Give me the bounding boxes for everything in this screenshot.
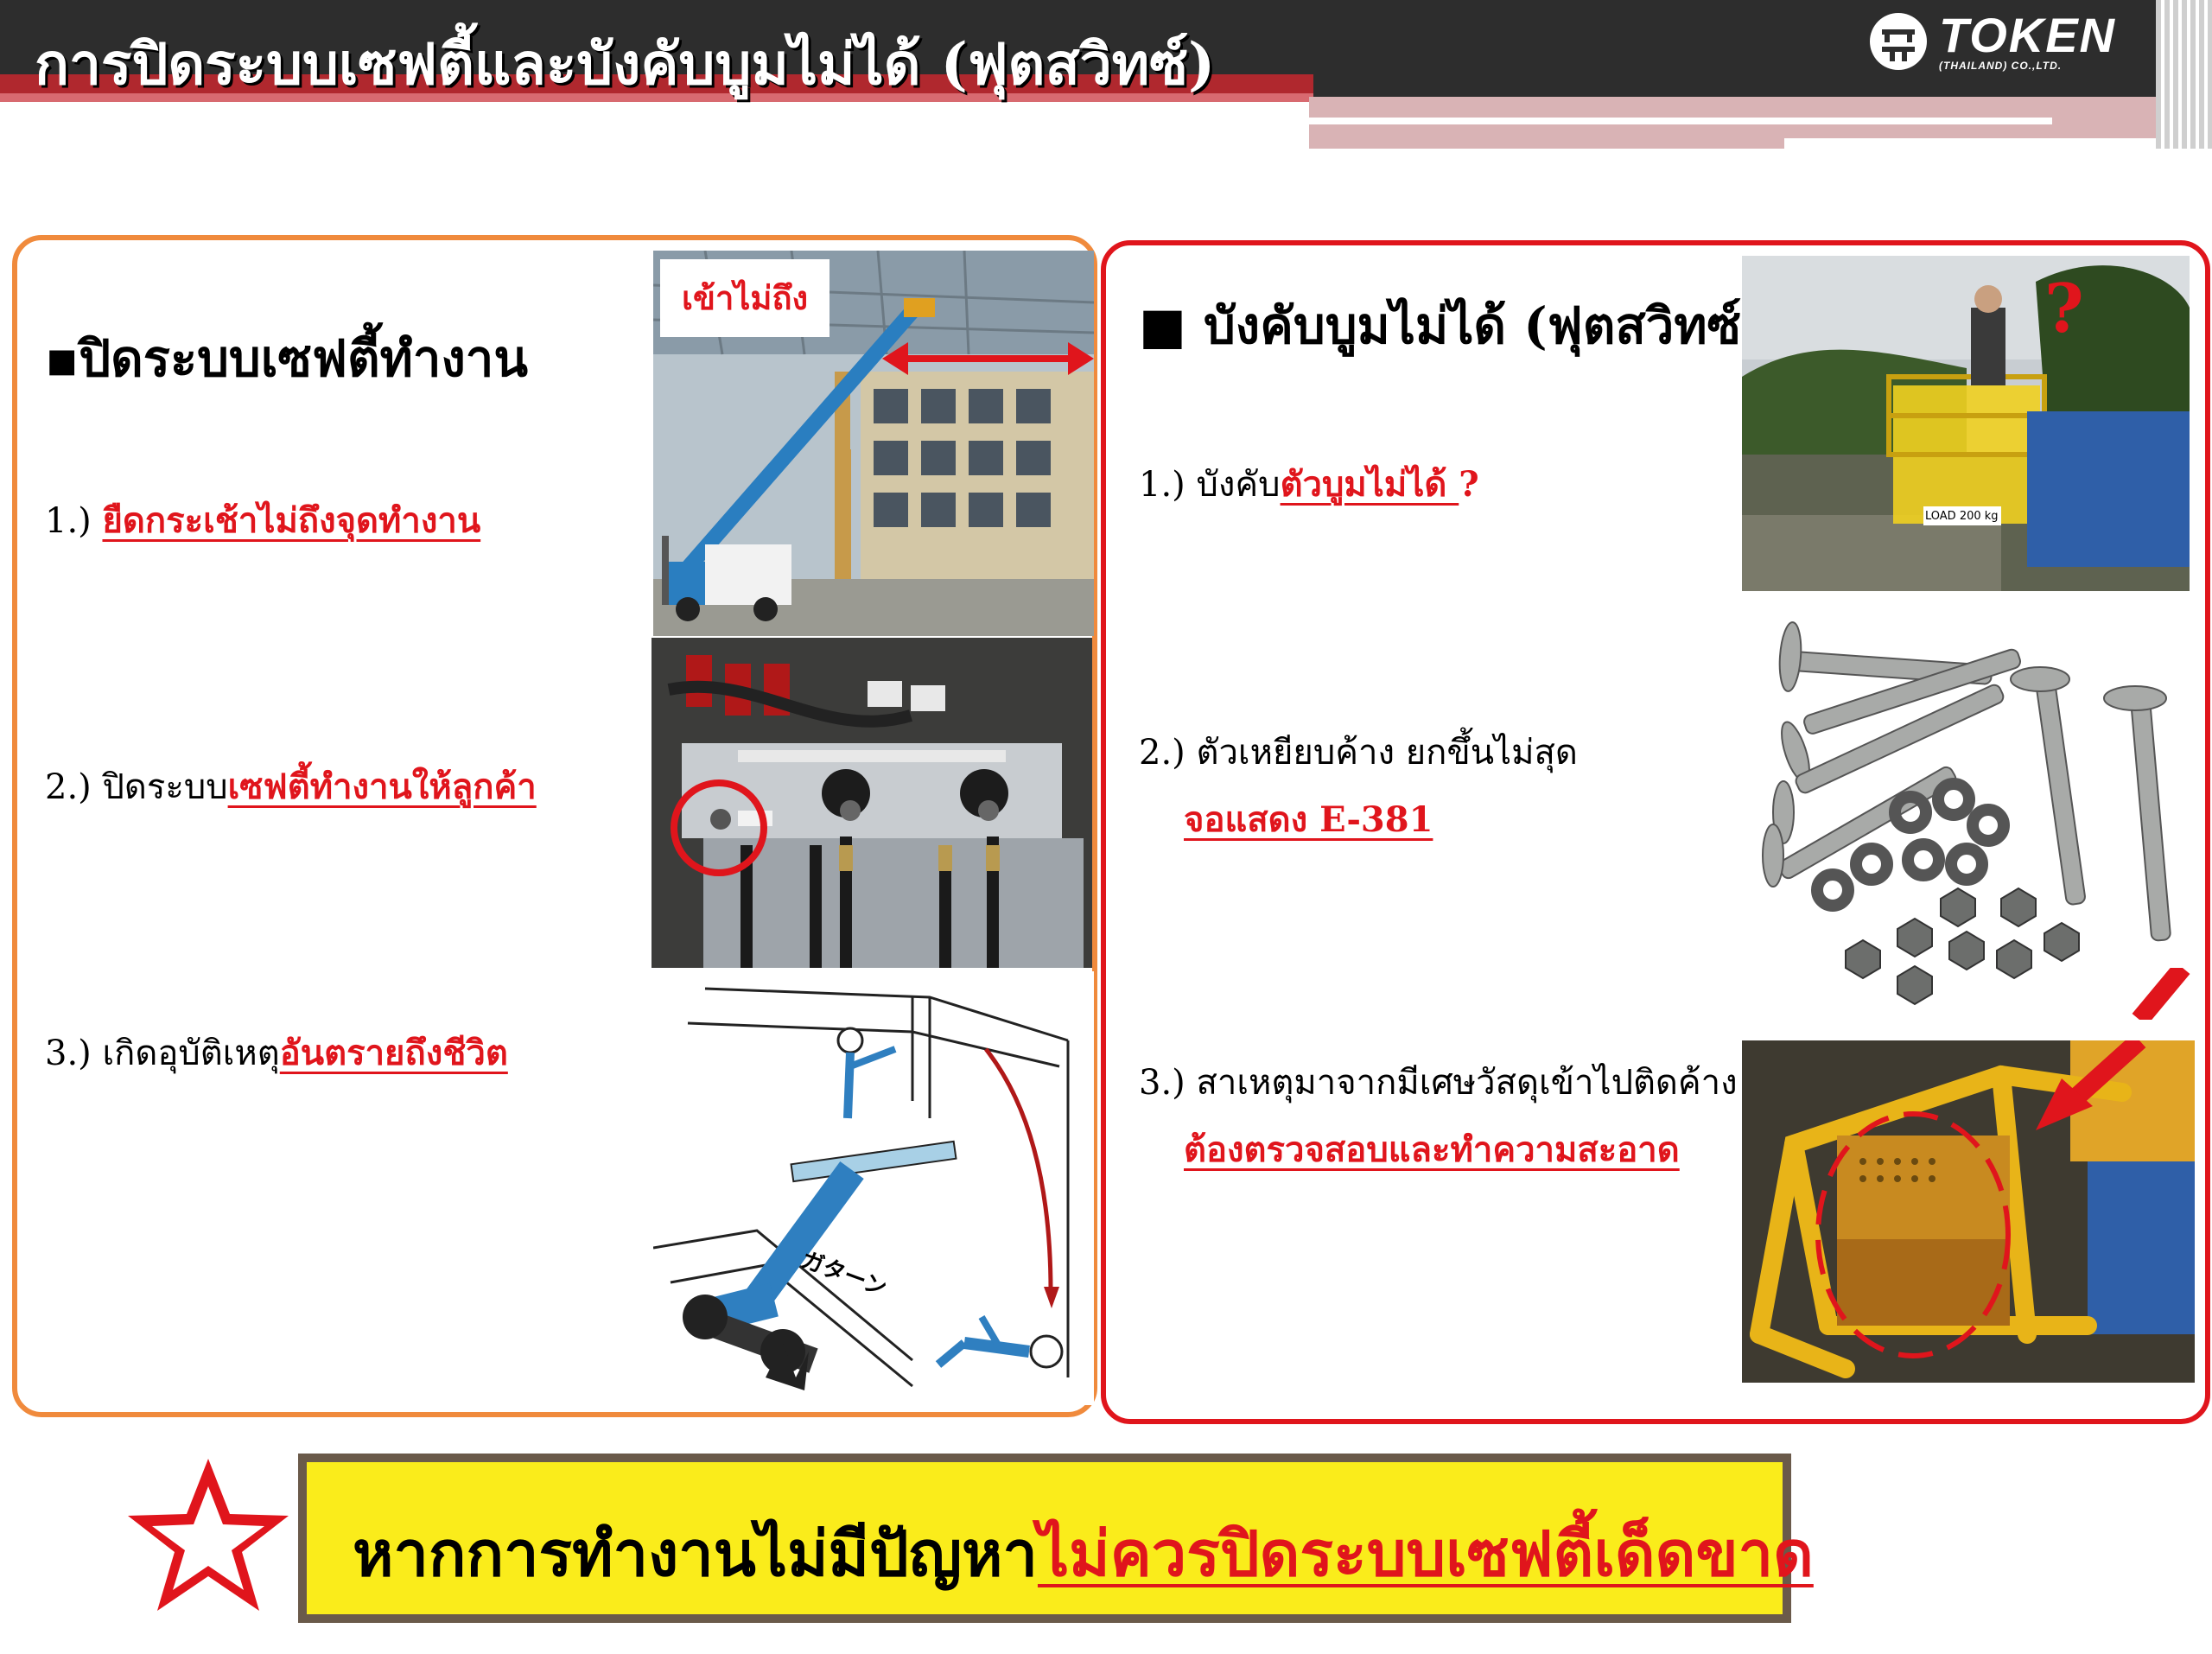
header-accent-line-short (1784, 138, 2182, 149)
left-item-2-highlight: เซฟตี้ทำงานให้ลูกค้า (227, 767, 537, 807)
left-item-3-prefix: 3.) เกิดอุบัติเหตุ (45, 1034, 280, 1073)
left-item-1-highlight: ยืดกระเช้าไม่ถึงจุดทำงาน (102, 500, 481, 541)
photo-label-text: เข้าไม่ถึง (681, 278, 809, 317)
left-item-2: 2.) ปิดระบบเซฟตี้ทำงานให้ลูกค้า (45, 759, 537, 814)
accident-illustration: ガターン (653, 971, 1094, 1405)
boom-lift-photo: เข้าไม่ถึง (653, 251, 1094, 636)
left-item-2-prefix: 2.) ปิดระบบ (45, 767, 228, 807)
right-item-3: 3.) สาเหตุมาจากมีเศษวัสดุเข้าไปติดค้าง (1139, 1054, 1738, 1110)
star-icon (128, 1459, 289, 1611)
token-logo-icon (1870, 13, 1927, 70)
right-item-1-prefix: 1.) บังคับ (1139, 465, 1281, 505)
basket-load-label: LOAD 200 kg (1925, 510, 1999, 523)
red-arrow-icon (2036, 1040, 2146, 1130)
company-logo: TOKEN (THAILAND) CO.,LTD. (1866, 7, 2116, 76)
banner-prefix: หากการทำงานไม่มีปัญหา (353, 1517, 1038, 1590)
logo-text: TOKEN (1939, 8, 2116, 62)
right-item-3-prefix: 3.) สาเหตุมาจากมีเศษวัสดุเข้าไปติดค้าง (1139, 1063, 1738, 1103)
control-panel-photo (652, 638, 1092, 968)
right-item-1: 1.) บังคับตัวบูมไม่ได้ ? (1139, 456, 1479, 512)
right-item-2-line2: จอแสดง E-381 (1184, 792, 1433, 847)
right-item-2-highlight: จอแสดง E-381 (1184, 799, 1433, 840)
arrow-top-icon (2132, 968, 2190, 1020)
right-item-3-highlight: ต้องตรวจสอบและทำความสะอาด (1184, 1129, 1680, 1170)
left-item-1: 1.) ยืดกระเช้าไม่ถึงจุดทำงาน (45, 493, 480, 548)
right-item-1-suffix: ? (1459, 464, 1479, 505)
banner-highlight: ไม่ควรปิดระบบเซฟตี้เด็ดขาด (1037, 1517, 1814, 1590)
warning-banner-text: หากการทำงานไม่มีปัญหาไม่ควรปิดระบบเซฟตี้… (353, 1504, 1814, 1603)
right-heading: ■ บังคับบูมไม่ได้ (ฟุตสวิทซ์) (1139, 296, 1765, 355)
right-item-2-prefix: 2.) ตัวเหยียบค้าง ยกขึ้นไม่สุด (1139, 733, 1578, 773)
left-item-1-prefix: 1.) (45, 501, 103, 541)
right-item-3-line2: ต้องตรวจสอบและทำความสะอาด (1184, 1122, 1680, 1177)
right-item-1-highlight: ตัวบูมไม่ได้ (1280, 464, 1459, 505)
basket-worker-photo: LOAD 200 kg ? (1742, 256, 2190, 591)
basket-debris-photo (1742, 1040, 2195, 1383)
left-item-3-highlight: อันตรายถึงชีวิต (279, 1033, 508, 1073)
right-item-2: 2.) ตัวเหยียบค้าง ยกขึ้นไม่สุด (1139, 724, 1578, 779)
header-end-lines (2156, 0, 2212, 149)
bolts-photo (1742, 605, 2200, 1020)
page-title: การปิดระบบเซฟตี้และบังคับบูมไม่ได้ (ฟุตส… (35, 30, 1216, 98)
left-item-3: 3.) เกิดอุบัติเหตุอันตรายถึงชีวิต (45, 1025, 508, 1080)
double-arrow-icon (882, 342, 1094, 375)
left-heading: ▪ปิดระบบเซฟตี้ทำงาน (45, 329, 528, 388)
question-mark-icon: ? (2044, 270, 2084, 348)
photo-label-box: เข้าไม่ถึง (660, 259, 830, 337)
header-accent-line (1309, 118, 2052, 124)
